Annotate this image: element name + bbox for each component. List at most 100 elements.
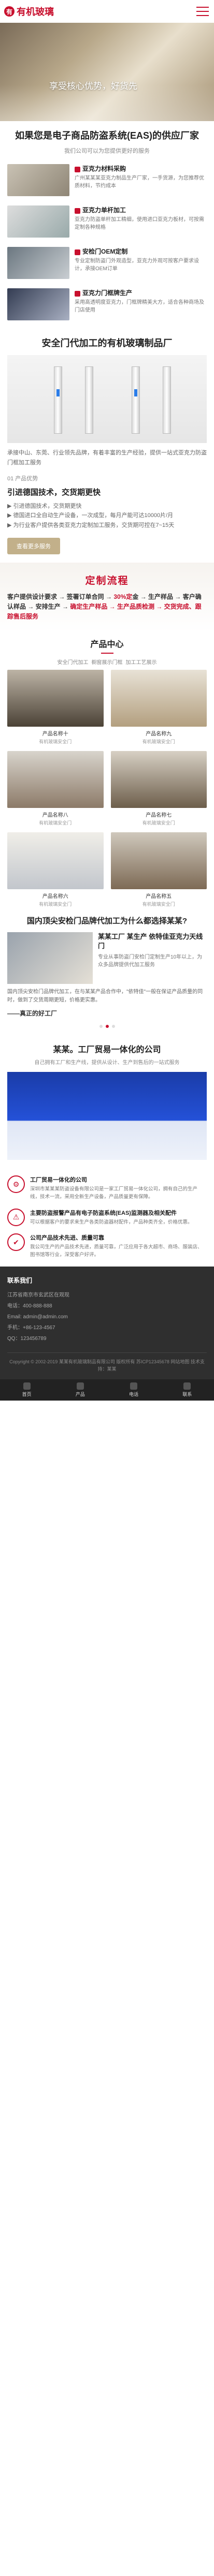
service-title: 亚克力单杆加工 xyxy=(82,207,126,214)
carousel-dot-active[interactable] xyxy=(105,1025,109,1028)
product-image xyxy=(110,670,207,727)
why-title: 国内顶尖安检门品牌代加工为什么都选择某某? xyxy=(26,917,188,926)
product-category: 有机玻璃安全门 xyxy=(39,739,72,745)
security-gate-image xyxy=(7,355,207,444)
logo-text: 有机玻璃 xyxy=(17,7,54,17)
intro-subtitle: 我们公司可以为您提供更好的服务 xyxy=(64,148,150,155)
product-grid: 产品名称十 有机玻璃安全门 产品名称九 有机玻璃安全门 产品名称八 有机玻璃安全… xyxy=(0,670,214,907)
nav-home[interactable]: 首页 xyxy=(22,1382,32,1397)
service-title: 安检门OEM定制 xyxy=(82,248,128,256)
product-image xyxy=(110,751,207,808)
factory-section: 某某。工厂贸易一体化的公司 自己拥有工厂和生产线，提供从设计、生产到售后的一站式… xyxy=(0,1042,214,1160)
product-name: 产品名称十 xyxy=(42,731,68,738)
service-desc: 采用高透明度亚克力，门框牌精美大方，适合各种商场及门店使用 xyxy=(75,300,204,313)
copyright: Copyright © 2002-2019 某某有机玻璃制品有限公司 版权所有 … xyxy=(7,1352,207,1373)
product-image xyxy=(7,670,104,727)
advantage-tag: 01 产品优势 xyxy=(7,475,38,482)
product-name: 产品名称六 xyxy=(42,894,68,900)
factory-image xyxy=(7,1072,207,1160)
factory-intro-body: 承接中山、东莞、行业领先品牌，有着丰富的生产经验，提供一站式亚克力防盗门框加工服… xyxy=(7,450,207,466)
intro-section: 如果您是电子商品防盗系统(EAS)的供应厂家 我们公司可以为您提供更好的服务 亚… xyxy=(0,121,214,329)
product-tabs: 安全门代加工 橱窗展示门框 加工工艺展示 xyxy=(0,658,214,666)
factory-icon: ⚙ xyxy=(7,1175,25,1194)
service-icon xyxy=(75,166,80,172)
bottom-nav: 首页 产品 电话 联系 xyxy=(0,1379,214,1401)
why-section: 国内顶尖安检门品牌代加工为什么都选择某某? 某某工厂 某生产 依特佳亚克力天线门… xyxy=(0,907,214,1042)
feature-title: 主要防盗报警产品有电子防盗系统(EAS)监测器及相关配件 xyxy=(30,1210,177,1216)
product-card[interactable]: 产品名称五 有机玻璃安全门 xyxy=(110,832,207,907)
product-card[interactable]: 产品名称九 有机玻璃安全门 xyxy=(110,670,207,745)
product-card[interactable]: 产品名称六 有机玻璃安全门 xyxy=(7,832,104,907)
product-image xyxy=(7,832,104,890)
nav-contact[interactable]: 联系 xyxy=(182,1382,192,1397)
menu-button[interactable] xyxy=(196,5,209,18)
product-category: 有机玻璃安全门 xyxy=(39,902,72,907)
advantage-headline: 引进德国技术，交货期更快 xyxy=(7,488,101,497)
product-card[interactable]: 产品名称十 有机玻璃安全门 xyxy=(7,670,104,745)
tab-window-display[interactable]: 橱窗展示门框 xyxy=(92,658,123,666)
footer-mobile[interactable]: 手机：+86-123-4567 xyxy=(7,1322,207,1333)
service-icon xyxy=(75,208,80,214)
why-signoff: ——真正的好工厂 xyxy=(7,1010,58,1018)
service-title: 亚克力门框牌生产 xyxy=(82,289,133,297)
product-name: 产品名称五 xyxy=(146,894,172,900)
why-box-title: 某某工厂 某生产 依特佳亚克力天线门 xyxy=(98,933,203,950)
service-image xyxy=(7,288,69,321)
advantage-point: ▶ 引进德国技术，交货期更快 xyxy=(7,503,82,509)
product-category: 有机玻璃安全门 xyxy=(142,820,175,826)
feature-item: ✔ 公司产品技术先进、质量可靠 我公司生产的产品技术先进，质量可靠，广泛应用于各… xyxy=(7,1233,207,1259)
feature-desc: 可以根据客户的要求来生产各类防盗器材配件，产品种类齐全，价格优惠。 xyxy=(30,1219,193,1225)
feature-item: ⚠ 主要防盗报警产品有电子防盗系统(EAS)监测器及相关配件 可以根据客户的要求… xyxy=(7,1208,207,1227)
footer-qq: QQ：123456789 xyxy=(7,1335,47,1342)
product-name: 产品名称八 xyxy=(42,813,68,819)
carousel-dot[interactable] xyxy=(99,1025,103,1028)
nav-products[interactable]: 产品 xyxy=(76,1382,85,1397)
carousel-dot[interactable] xyxy=(111,1025,115,1028)
factory-subtitle: 自己拥有工厂和生产线，提供从设计、生产到售后的一站式服务 xyxy=(34,1060,180,1066)
product-name: 产品名称七 xyxy=(146,813,172,819)
products-icon xyxy=(76,1382,84,1390)
logo-icon: 有 xyxy=(4,6,15,17)
carousel-dots xyxy=(7,1025,207,1028)
service-item[interactable]: 亚克力门框牌生产 采用高透明度亚克力，门框牌精美大方，适合各种商场及门店使用 xyxy=(7,288,207,321)
product-card[interactable]: 产品名称七 有机玻璃安全门 xyxy=(110,751,207,826)
why-feature: 某某工厂 某生产 依特佳亚克力天线门 专业从事防盗门安检门定制生产10年以上，为… xyxy=(7,932,207,984)
site-logo[interactable]: 有 有机玻璃 xyxy=(4,5,54,18)
hero-banner[interactable]: 享受核心优势，好货先 xyxy=(0,23,214,121)
nav-phone[interactable]: 电话 xyxy=(129,1382,138,1397)
phone-icon xyxy=(130,1382,138,1390)
home-icon xyxy=(23,1382,31,1390)
product-category: 有机玻璃安全门 xyxy=(39,820,72,826)
service-item[interactable]: 安检门OEM定制 专业定制防盗门外观造型，亚克力外观可按客户要求设计，承接OEM… xyxy=(7,247,207,279)
title-underline xyxy=(101,653,113,654)
why-body: 国内顶尖安检门品牌代加工，在与某某产品合作中，"依特佳"一般在保证产品质量的同时… xyxy=(7,989,203,1004)
tab-security-door[interactable]: 安全门代加工 xyxy=(58,658,89,666)
footer-address: 江苏省南京市玄武区在观现 xyxy=(7,1292,69,1298)
service-image xyxy=(7,164,69,197)
footer-email[interactable]: Email: admin@admin.com xyxy=(7,1312,207,1322)
custom-process-title: 定制流程 xyxy=(85,575,129,586)
why-box-desc: 专业从事防盗门安检门定制生产10年以上，为众多品牌提供代加工服务 xyxy=(98,954,203,968)
product-card[interactable]: 产品名称八 有机玻璃安全门 xyxy=(7,751,104,826)
contact-icon xyxy=(183,1382,191,1390)
advantage-point: ▶ 德国进口全自动生产设备，一次成型，每月产能可达10000片/月 xyxy=(7,512,174,519)
why-image xyxy=(7,932,93,984)
footer-phone[interactable]: 电话：400-888-888 xyxy=(7,1301,207,1312)
quality-icon: ✔ xyxy=(7,1233,25,1252)
service-desc: 亚克力防盗单杆加工精细，使用进口亚克力板材，可按需定制各种规格 xyxy=(75,217,204,230)
product-name: 产品名称九 xyxy=(146,731,172,738)
service-image xyxy=(7,247,69,279)
site-footer: 联系我们 江苏省南京市玄武区在观现 电话：400-888-888 Email: … xyxy=(0,1266,214,1379)
tab-process[interactable]: 加工工艺展示 xyxy=(126,658,157,666)
custom-process-steps: 客户提供设计要求 → 签署订单合同 → 30%定金 → 生产样品 → 客户确认样… xyxy=(7,593,202,621)
feature-title: 工厂贸易一体化的公司 xyxy=(30,1177,87,1184)
factory-intro-title: 安全门代加工的有机玻璃制品厂 xyxy=(41,338,173,349)
intro-title: 如果您是电子商品防盗系统(EAS)的供应厂家 xyxy=(15,130,199,141)
more-services-button[interactable]: 查看更多服务 xyxy=(7,537,60,554)
features-list: ⚙ 工厂贸易一体化的公司 深圳市某某某防盗设备有限公司是一家工厂贸易一体化公司，… xyxy=(0,1166,214,1267)
product-image xyxy=(7,751,104,808)
service-item[interactable]: 亚克力材料采购 广州某某某亚克力制品生产厂家，一手货源，为您推荐优质材料，节约成… xyxy=(7,164,207,197)
menu-icon xyxy=(196,7,209,8)
product-category: 有机玻璃安全门 xyxy=(142,739,175,745)
service-item[interactable]: 亚克力单杆加工 亚克力防盗单杆加工精细，使用进口亚克力板材，可按需定制各种规格 xyxy=(7,205,207,238)
